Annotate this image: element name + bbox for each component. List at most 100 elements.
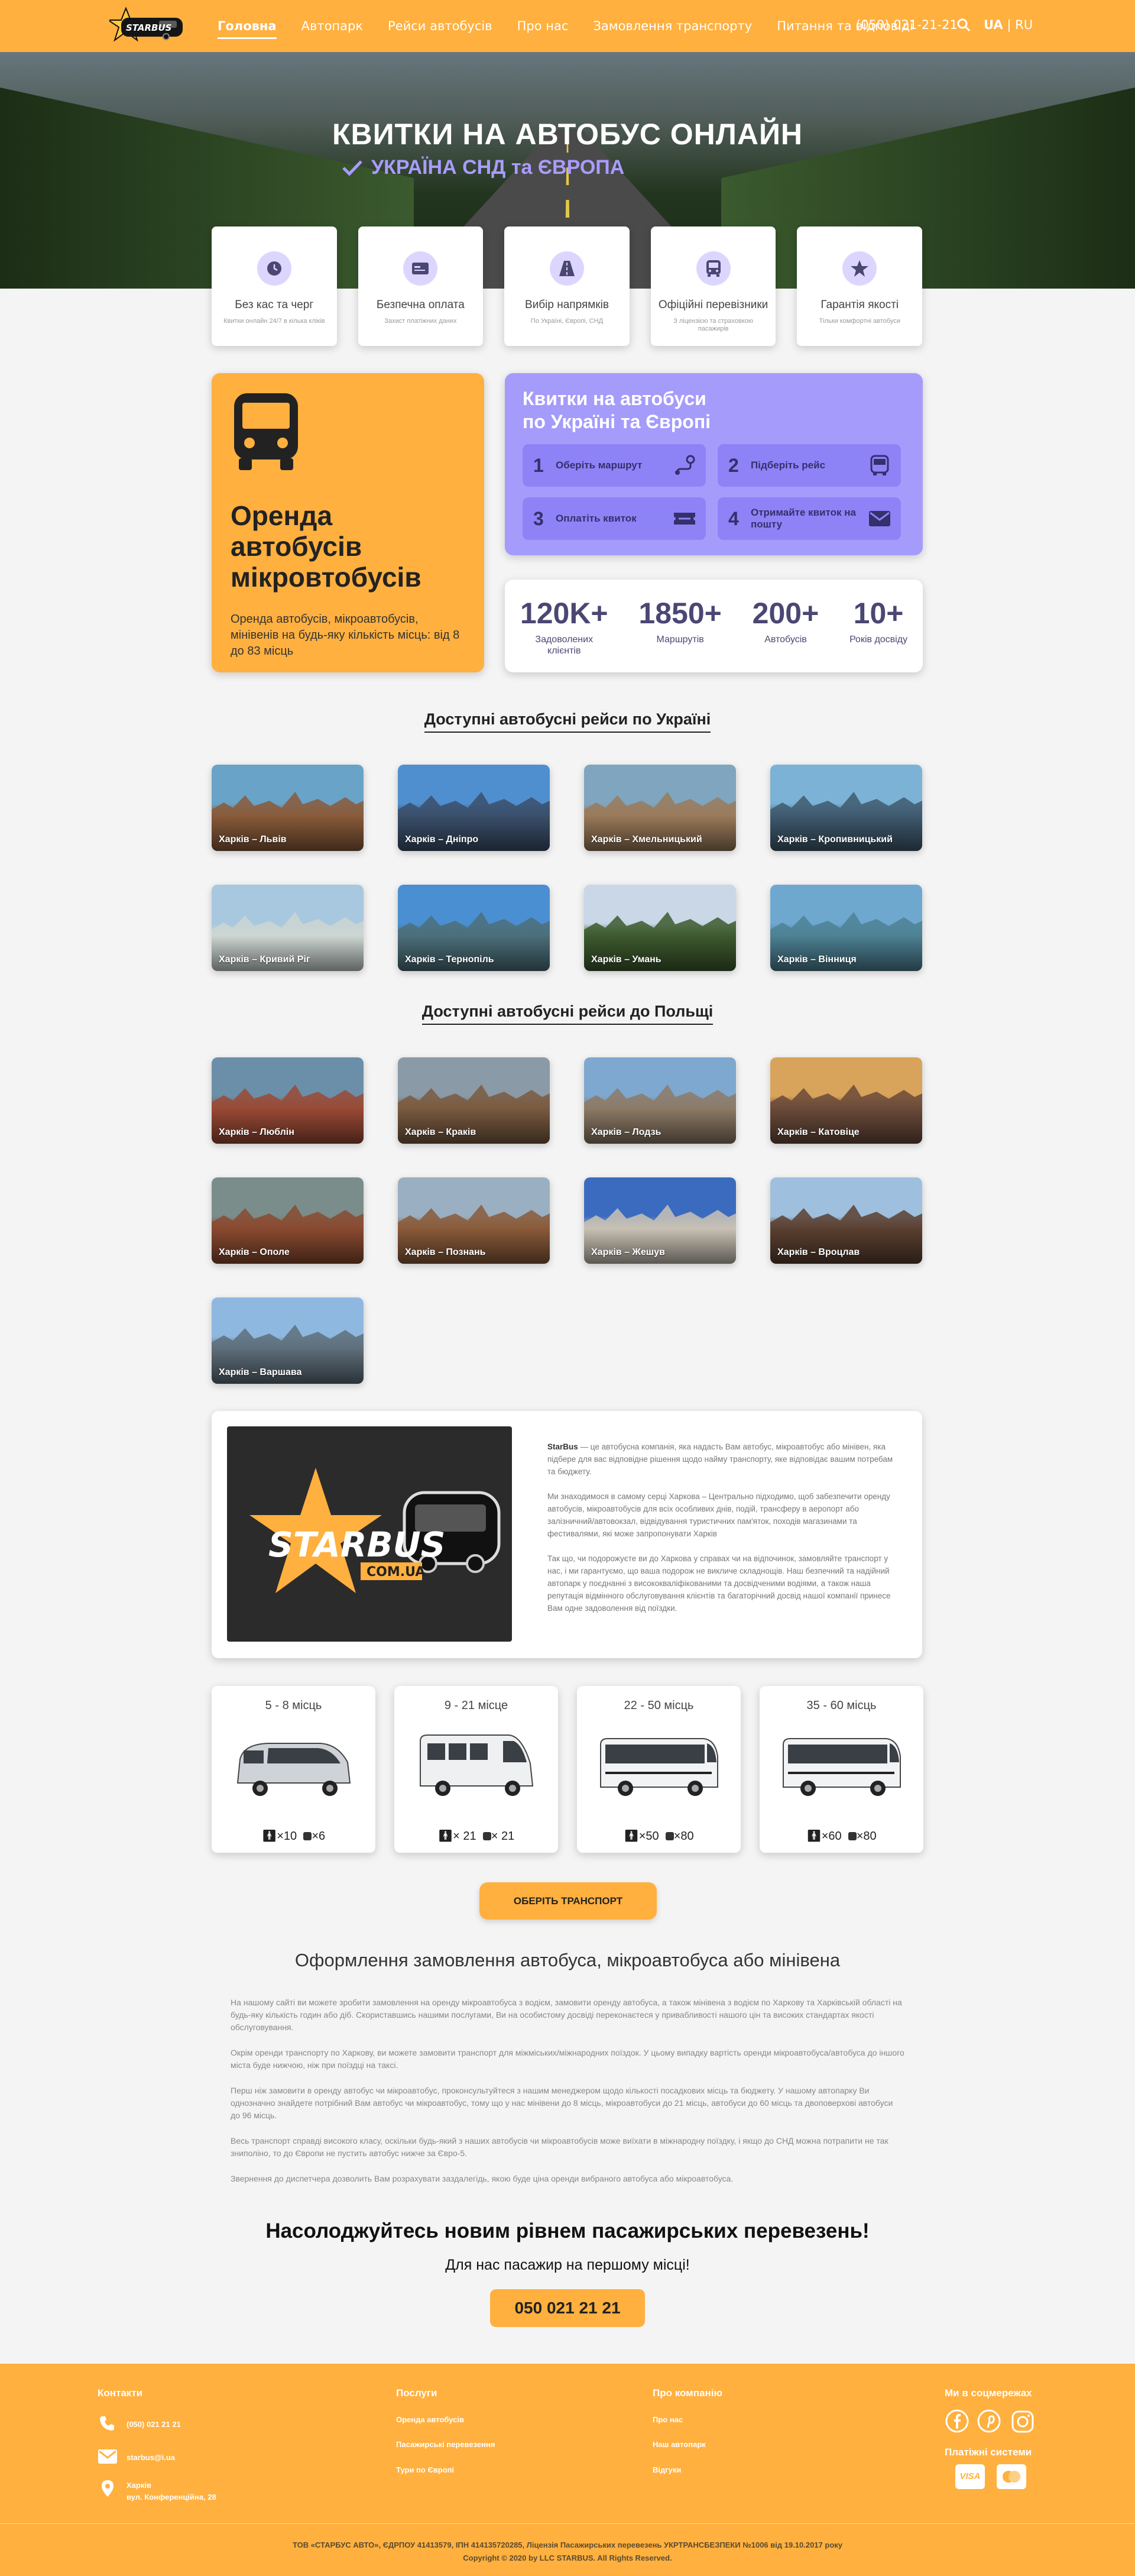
vehicle-card[interactable]: 5 - 8 місць 🚹︎×10 ×6 (212, 1686, 375, 1853)
step-number: 4 (728, 507, 739, 529)
route-card[interactable]: Харків – Лодзь (584, 1057, 736, 1144)
step-label: Оплатіть квиток (556, 513, 637, 524)
route-label: Харків – Кривий Ріг (219, 954, 310, 965)
step-pay-ticket[interactable]: 3 Оплатіть квиток (523, 497, 706, 540)
route-card[interactable]: Харків – Люблін (212, 1057, 364, 1144)
vehicle-card[interactable]: 22 - 50 місць 🚹︎×50 ×80 (577, 1686, 741, 1853)
route-card[interactable]: Харків – Краків (398, 1057, 550, 1144)
call-button[interactable]: 050 021 21 21 (490, 2289, 645, 2327)
route-card[interactable]: Харків – Умань (584, 885, 736, 971)
nav-order-transport[interactable]: Замовлення транспорту (593, 19, 752, 33)
checkmark-icon (342, 160, 362, 176)
facebook-icon[interactable] (945, 2409, 969, 2433)
tickets-card: Квитки на автобуси по Україні та Європі … (505, 373, 923, 555)
route-label: Харків – Хмельницький (591, 834, 702, 844)
choose-transport-button[interactable]: ОБЕРІТЬ ТРАНСПОРТ (479, 1882, 657, 1920)
people-count: ×60 (821, 1830, 842, 1843)
footer-link-passenger[interactable]: Пасажирські перевезення (396, 2440, 495, 2449)
vehicle-seats: 5 - 8 місць (265, 1699, 322, 1712)
route-shade (770, 1228, 922, 1264)
instagram-icon[interactable] (1011, 2410, 1035, 2433)
feature-card: Гарантія якості Тільки комфортні автобус… (797, 226, 922, 346)
route-card[interactable]: Харків – Дніпро (398, 765, 550, 851)
route-card[interactable]: Харків – Хмельницький (584, 765, 736, 851)
luggage-count: ×80 (673, 1830, 694, 1843)
section-heading: Доступні автобусні рейси по Україні (424, 710, 711, 733)
route-shade (398, 1108, 550, 1144)
route-shade (584, 1108, 736, 1144)
rent-card[interactable]: Оренда автобусів мікровтобусів Оренда ав… (212, 373, 484, 672)
footer-phone[interactable]: (050) 021 21 21 (127, 2420, 181, 2429)
vehicle-seats: 22 - 50 місць (624, 1699, 694, 1712)
route-shade (584, 1228, 736, 1264)
step-label: Отримайте квиток на пошту (751, 507, 856, 530)
route-label: Харків – Львів (219, 834, 287, 844)
route-shade (212, 936, 364, 971)
footer-link-about[interactable]: Про нас (653, 2415, 683, 2424)
logo-wordmark: STARBUS (126, 22, 171, 33)
order-paragraph: Звернення до диспетчера дозволить Вам ро… (231, 2174, 734, 2183)
luggage-count: × 21 (491, 1830, 515, 1843)
feature-title: Офіційні перевізники (658, 299, 768, 311)
step-pick-trip[interactable]: 2 Підберіть рейс (718, 444, 901, 487)
coach-image (599, 1738, 718, 1796)
lang-separator: | (1007, 18, 1011, 32)
route-shade (398, 815, 550, 851)
nav-routes[interactable]: Рейси автобусів (388, 19, 492, 33)
about-text: StarBus — це автобусна компанія, яка над… (547, 1441, 902, 1627)
footer-email[interactable]: starbus@i.ua (127, 2453, 175, 2462)
luggage-icon (482, 1832, 491, 1840)
header-phone[interactable]: (050) 021-21-21 (856, 18, 958, 32)
route-label: Харків – Дніпро (405, 834, 479, 844)
nav-home[interactable]: Головна (218, 19, 277, 39)
feature-title: Гарантія якості (821, 299, 899, 311)
route-card[interactable]: Харків – Вроцлав (770, 1177, 922, 1264)
footer-link-rent[interactable]: Оренда автобусів (396, 2415, 464, 2424)
hero-subtitle: УКРАЇНА СНД та ЄВРОПА (342, 156, 624, 179)
step-number: 1 (533, 454, 544, 476)
ticket-steps: 1 Оберіть маршрут 2 Підберіть рейс 3 Опл… (523, 444, 905, 540)
lang-ua[interactable]: UA (984, 18, 1003, 32)
feature-card: Без кас та черг Квитки онлайн 24/7 в кіл… (212, 226, 337, 346)
footer-social-title: Ми в соцмережах (945, 2387, 1032, 2399)
people-count: × 21 (453, 1830, 476, 1843)
route-card[interactable]: Харків – Кропивницький (770, 765, 922, 851)
starbus-logo-large: STARBUS COM.UA (227, 1426, 512, 1642)
nav-fleet[interactable]: Автопарк (301, 19, 363, 33)
vehicle-card[interactable]: 9 - 21 місце 🚹︎× 21 × 21 (394, 1686, 558, 1853)
route-card[interactable]: Харків – Катовіце (770, 1057, 922, 1144)
order-paragraph: Весь транспорт справді високого класу, о… (231, 2136, 888, 2158)
vehicle-card[interactable]: 35 - 60 місць 🚹︎×60 ×80 (760, 1686, 923, 1853)
order-paragraph: На нашому сайті ви можете зробити замовл… (231, 1998, 902, 2032)
route-label: Харків – Лодзь (591, 1127, 661, 1137)
search-icon[interactable] (956, 18, 971, 32)
route-card[interactable]: Харків – Кривий Ріг (212, 885, 364, 971)
route-shade (770, 1108, 922, 1144)
pinterest-icon[interactable] (977, 2409, 1001, 2433)
stat-label: Задоволених клієнтів (535, 635, 594, 656)
vehicle-capacity: 🚹︎×10 ×6 (212, 1829, 375, 1843)
footer-link-fleet[interactable]: Наш автопарк (653, 2440, 706, 2449)
order-paragraph: Окрім оренди транспорту по Харкову, ви м… (231, 2048, 904, 2070)
route-card[interactable]: Харків – Ополе (212, 1177, 364, 1264)
footer-link-tours[interactable]: Тури по Європі (396, 2465, 454, 2474)
nav-about[interactable]: Про нас (517, 19, 569, 33)
route-card[interactable]: Харків – Тернопіль (398, 885, 550, 971)
route-card[interactable]: Харків – Жешув (584, 1177, 736, 1264)
feature-desc: Захист платіжних даних (384, 318, 457, 325)
route-card[interactable]: Харків – Варшава (212, 1297, 364, 1384)
step-get-ticket[interactable]: 4 Отримайте квиток на пошту (718, 497, 901, 540)
starbus-logo[interactable]: STARBUS (106, 5, 186, 47)
route-card[interactable]: Харків – Познань (398, 1177, 550, 1264)
route-label: Харків – Катовіце (777, 1127, 860, 1137)
route-card[interactable]: Харків – Вінниця (770, 885, 922, 971)
route-card[interactable]: Харків – Львів (212, 765, 364, 851)
vehicle-capacity: 🚹︎×60 ×80 (760, 1829, 923, 1843)
lang-ru[interactable]: RU (1015, 18, 1033, 32)
legal-copyright: Copyright © 2020 by LLC STARBUS. All Rig… (463, 2554, 672, 2562)
tickets-title-line1: Квитки на автобуси (523, 388, 706, 409)
footer-contacts-title: Контакти (98, 2387, 143, 2399)
footer-link-reviews[interactable]: Відгуки (653, 2465, 681, 2474)
stats-card: 120K+ Задоволених клієнтів 1850+ Маршрут… (505, 580, 923, 672)
step-choose-route[interactable]: 1 Оберіть маршрут (523, 444, 706, 487)
